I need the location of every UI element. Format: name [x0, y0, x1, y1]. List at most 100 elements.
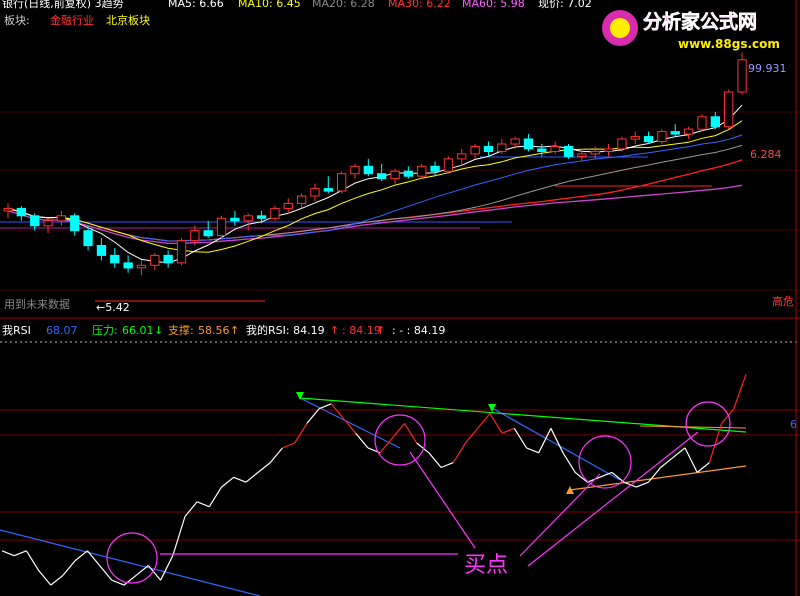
future-data-note: 用到未来数据	[4, 297, 70, 311]
candle-body	[724, 91, 734, 128]
buy-circle-4	[685, 401, 731, 447]
trend-line	[491, 407, 621, 481]
candle-body	[83, 230, 93, 247]
rsi-segment	[526, 447, 539, 454]
rsi-segment	[123, 574, 137, 586]
sector-label: 板块:	[4, 13, 30, 27]
rsi-segment	[318, 403, 332, 410]
candle-body	[256, 215, 267, 219]
stock-chart: 银行(日线,前复权) 3趋势 MA5: 6.66 MA10: 6.45 MA20…	[0, 0, 800, 596]
rsi-segment	[403, 423, 418, 444]
rsi-name: 我RSI	[2, 324, 31, 337]
candle-body	[150, 254, 160, 266]
rsi-segment	[477, 413, 491, 429]
candle-body	[363, 165, 374, 175]
rsi-segment	[489, 413, 503, 434]
candle-body	[297, 195, 307, 204]
rsi-value: 68.07	[46, 324, 78, 337]
signal-arrows	[296, 392, 574, 494]
sector-region[interactable]: 北京板块	[106, 13, 150, 27]
candle-body	[96, 245, 107, 256]
rsi-segment	[733, 374, 747, 409]
candle-body	[203, 230, 213, 237]
rsi-segment	[282, 442, 295, 449]
rsi-segment	[428, 452, 442, 468]
support-arrow-icon: ↑	[230, 324, 239, 337]
ma30-label: MA30: 6.22	[388, 0, 451, 10]
candle-body	[43, 220, 53, 227]
candle-body	[270, 207, 280, 219]
candle-body	[230, 217, 240, 222]
pressure-value: 66.01	[122, 324, 154, 337]
rsi-segment	[196, 501, 210, 508]
candle-body	[563, 146, 574, 157]
rsi-segment	[672, 447, 686, 459]
candle-body	[697, 116, 707, 130]
down-arrow-icon	[488, 404, 496, 412]
rsi-v3: : - : 84.19	[392, 324, 445, 337]
rsi-segment	[257, 462, 271, 473]
rsi-segment	[74, 550, 88, 562]
candle-body	[430, 165, 440, 172]
candle-body	[670, 131, 680, 135]
candle-body	[403, 170, 414, 177]
my-rsi-arrow-icon: ↑	[330, 324, 339, 337]
risk-label: 高危	[772, 294, 794, 308]
candle-body	[3, 207, 13, 212]
support-label: 支撑:	[168, 323, 194, 337]
rsi-segment	[269, 447, 283, 463]
rsi-segment	[721, 408, 735, 424]
pressure-arrow-icon: ↓	[154, 324, 163, 337]
candle-body	[350, 165, 360, 175]
rsi-segment	[513, 427, 528, 449]
rsi-segment	[86, 550, 101, 566]
rsi-segment	[13, 550, 27, 557]
candle-body	[176, 240, 187, 264]
rsi-segment	[38, 570, 52, 586]
watermark-url: www.88gs.com	[678, 37, 780, 51]
candle-body	[443, 158, 454, 172]
candle-body	[523, 138, 534, 150]
ma120-line	[7, 184, 743, 245]
ma5-line	[7, 104, 743, 264]
ma30-line	[7, 144, 743, 242]
rsi-segment	[184, 501, 198, 517]
candle-body	[417, 165, 427, 177]
ma5-label: MA5: 6.66	[168, 0, 224, 10]
rsi-segment	[550, 428, 564, 454]
candle-body	[123, 262, 133, 269]
rsi-v2: : 84.19	[342, 324, 381, 337]
support-value: 58.56	[198, 324, 230, 337]
candle-body	[684, 128, 694, 135]
candlestick-series	[3, 52, 747, 276]
rsi-panel-lines	[0, 397, 747, 596]
price-label-low: ←5.42	[96, 301, 130, 314]
candle-body	[110, 254, 120, 264]
rsi-segment	[343, 418, 357, 434]
candle-body	[497, 143, 507, 152]
rsi-segment	[1, 550, 15, 557]
rsi-segment	[25, 550, 40, 571]
rsi-segment	[135, 565, 149, 576]
my-rsi-label: 我的RSI: 84.19	[246, 323, 325, 337]
candle-body	[323, 188, 334, 192]
watermark-logo: 分析家公式网 www.88gs.com	[602, 10, 780, 51]
candle-body	[577, 153, 587, 157]
candle-body	[30, 215, 40, 227]
rsi-segment	[452, 442, 467, 463]
ma10-label: MA10: 6.45	[238, 0, 301, 10]
rsi-segment	[623, 481, 637, 488]
sector-industry[interactable]: 金融行业	[50, 13, 94, 27]
ma60-line	[7, 159, 743, 242]
candle-body	[590, 150, 600, 155]
buy-pointer-3	[519, 473, 601, 557]
candle-body	[617, 138, 627, 150]
pressure-label: 压力:	[92, 324, 118, 337]
candle-body	[337, 173, 347, 192]
candle-body	[390, 170, 400, 180]
rsi-segment	[562, 452, 576, 473]
candle-body	[470, 146, 480, 155]
rsi-segment	[635, 481, 649, 488]
candle-body	[630, 136, 640, 140]
buy-point-annotations	[106, 401, 731, 584]
